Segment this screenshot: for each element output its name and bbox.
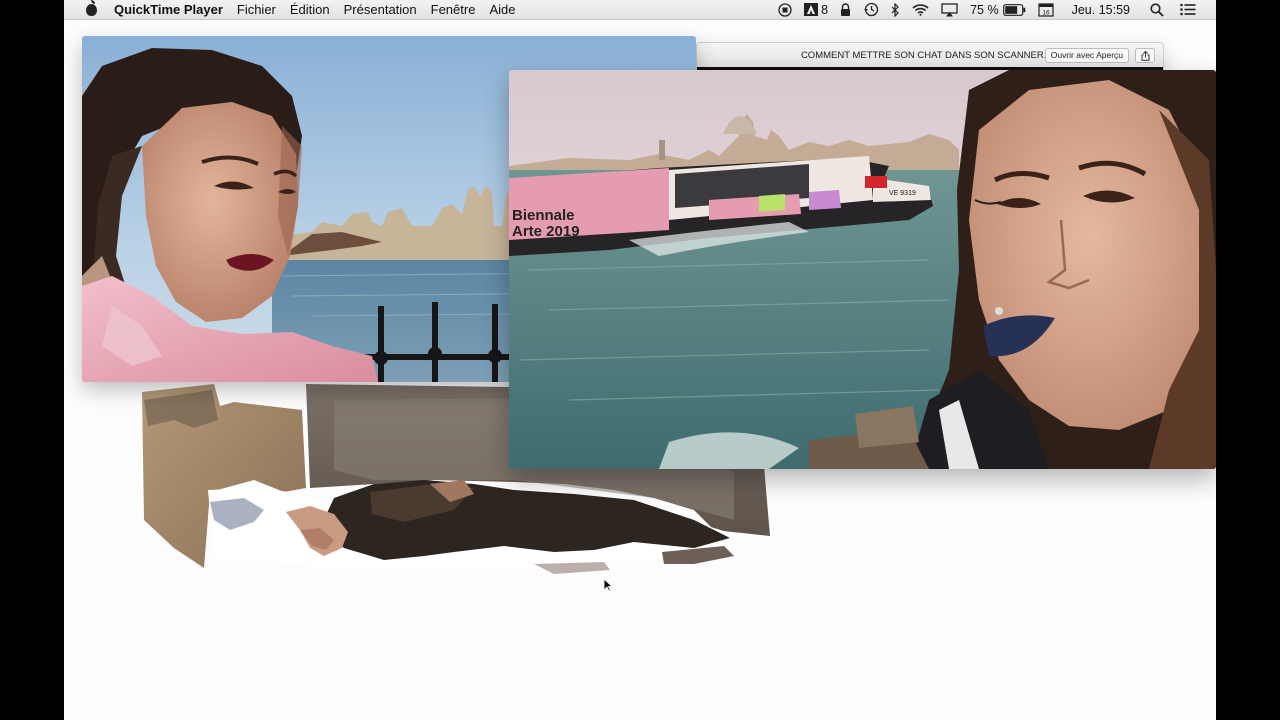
adobe-icon <box>804 3 819 16</box>
menu-app-name[interactable]: QuickTime Player <box>110 0 230 20</box>
battery-percent: 75 % <box>970 2 999 17</box>
adobe-status[interactable]: 8 <box>804 0 828 20</box>
boat-text-line2: Arte 2019 <box>512 223 580 240</box>
battery-status[interactable]: 75 % <box>970 0 1026 20</box>
calendar-icon[interactable]: 16 <box>1038 2 1054 17</box>
adobe-count: 8 <box>821 2 829 17</box>
desktop-screen: QuickTime Player Fichier Édition Présent… <box>64 0 1216 720</box>
time-machine-icon[interactable] <box>863 2 879 17</box>
battery-icon <box>1002 3 1025 16</box>
preview-title: COMMENT METTRE SON CHAT DANS SON SCANNER… <box>800 49 1060 61</box>
bluetooth-icon[interactable] <box>891 2 900 17</box>
menu-edition[interactable]: Édition <box>283 0 337 20</box>
open-with-preview-button[interactable]: Ouvrir avec Aperçu <box>1044 48 1129 63</box>
boat-text-line1: Biennale <box>512 207 575 224</box>
menu-bar: QuickTime Player Fichier Édition Présent… <box>64 0 1216 20</box>
calendar-day: 16 <box>1042 9 1050 16</box>
boat-id: VE 9319 <box>889 190 916 197</box>
lock-icon[interactable] <box>840 2 851 17</box>
video-window-venice[interactable]: Biennale Arte 2019 VE 9319 <box>509 70 1216 469</box>
notification-center-icon[interactable] <box>1180 3 1196 16</box>
spotlight-icon[interactable] <box>1150 2 1164 17</box>
menu-presentation[interactable]: Présentation <box>337 0 424 20</box>
menu-aide[interactable]: Aide <box>482 0 522 20</box>
record-icon[interactable] <box>778 2 792 17</box>
mouse-cursor-icon <box>603 578 613 592</box>
menu-fichier[interactable]: Fichier <box>230 0 283 20</box>
preview-titlebar: COMMENT METTRE SON CHAT DANS SON SCANNER… <box>697 43 1163 68</box>
airplay-icon[interactable] <box>941 2 958 17</box>
clock[interactable]: Jeu. 15:59 <box>1072 0 1130 20</box>
video-frame-venice: Biennale Arte 2019 VE 9319 <box>509 70 1216 469</box>
share-icon[interactable] <box>1135 48 1155 63</box>
menu-fenetre[interactable]: Fenêtre <box>424 0 483 20</box>
wifi-icon[interactable] <box>912 3 929 16</box>
apple-icon[interactable] <box>82 0 100 20</box>
